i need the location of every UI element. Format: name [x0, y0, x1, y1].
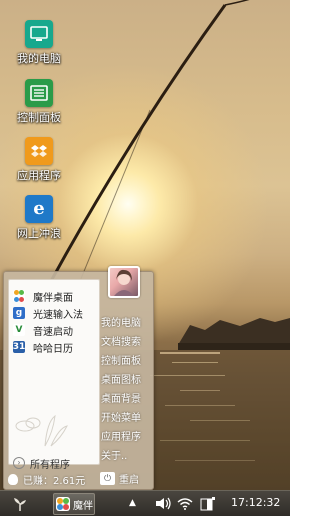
sprout-icon	[14, 498, 26, 511]
monitor-icon	[25, 20, 53, 48]
side-link-applications[interactable]: 应用程序	[101, 428, 141, 443]
start-app-item-input-method[interactable]: g 光速输入法	[13, 305, 83, 321]
side-link-my-computer[interactable]: 我的电脑	[101, 314, 141, 329]
calendar-icon: 31	[12, 341, 26, 353]
restart-button[interactable]: ⏻ 重启	[100, 471, 139, 486]
taskbar-app-moban[interactable]: 魔伴	[53, 493, 95, 515]
earnings-label: 已赚：2.61元	[23, 475, 86, 487]
taskbar: 魔伴 ▲ 17:12:32	[0, 490, 290, 516]
start-app-item-vstart[interactable]: V 音速启动	[13, 322, 73, 338]
avatar[interactable]	[108, 266, 140, 298]
desktop-icon-internet[interactable]: e 网上冲浪	[9, 195, 69, 240]
side-link-document-search[interactable]: 文档搜索	[101, 333, 141, 348]
app-list-panel: 魔伴桌面 g 光速输入法 V 音速启动 31 哈哈日历 › 所有程序	[8, 279, 100, 471]
restart-label: 重启	[119, 475, 139, 486]
desktop-icon-label: 网上冲浪	[17, 227, 61, 240]
desktop-icon-label: 应用程序	[17, 169, 61, 182]
clock[interactable]: 17:12:32	[231, 496, 280, 509]
tray-expand-icon[interactable]: ▲	[129, 498, 136, 508]
volume-icon[interactable]	[155, 497, 171, 510]
vstart-icon: V	[13, 324, 25, 336]
control-panel-icon	[25, 79, 53, 107]
mobanzhuomian-icon	[13, 290, 25, 302]
arrow-right-icon: ›	[13, 457, 25, 469]
app-label: 音速启动	[33, 326, 73, 338]
desktop-icon-my-computer[interactable]: 我的电脑	[9, 20, 69, 65]
taskbar-app-label: 魔伴	[73, 500, 93, 512]
app-label: 魔伴桌面	[33, 292, 73, 304]
desktop-icon-label: 控制面板	[17, 111, 61, 124]
start-app-item-mobanzhuomian[interactable]: 魔伴桌面	[13, 288, 73, 304]
side-link-about[interactable]: 关于..	[101, 447, 127, 462]
start-button[interactable]	[8, 494, 32, 514]
desktop-icon-applications[interactable]: 应用程序	[9, 137, 69, 182]
side-link-desktop-icons[interactable]: 桌面图标	[101, 371, 141, 386]
side-link-control-panel[interactable]: 控制面板	[101, 352, 141, 367]
start-app-item-calendar[interactable]: 31 哈哈日历	[13, 339, 73, 355]
side-link-desktop-background[interactable]: 桌面背景	[101, 390, 141, 405]
side-link-start-menu[interactable]: 开始菜单	[101, 409, 141, 424]
earnings-status: 已赚：2.61元	[8, 472, 86, 487]
decorative-clouds	[15, 414, 68, 447]
mobanzhuomian-icon	[56, 497, 70, 511]
desktop-icon-control-panel[interactable]: 控制面板	[9, 79, 69, 124]
wifi-icon[interactable]	[177, 497, 193, 510]
desktop-icon-label: 我的电脑	[17, 52, 61, 65]
all-programs-button[interactable]: › 所有程序	[13, 456, 70, 471]
battery-icon[interactable]	[200, 496, 216, 511]
dropbox-icon	[25, 137, 53, 165]
all-programs-label: 所有程序	[30, 459, 70, 471]
input-method-icon: g	[13, 307, 25, 319]
coin-bag-icon	[8, 473, 18, 485]
app-label: 光速输入法	[33, 309, 83, 321]
start-menu: 魔伴桌面 g 光速输入法 V 音速启动 31 哈哈日历 › 所有程序 我的电脑 …	[3, 266, 154, 490]
power-icon: ⏻	[100, 472, 115, 485]
ie-icon: e	[25, 195, 53, 223]
app-label: 哈哈日历	[33, 343, 73, 355]
